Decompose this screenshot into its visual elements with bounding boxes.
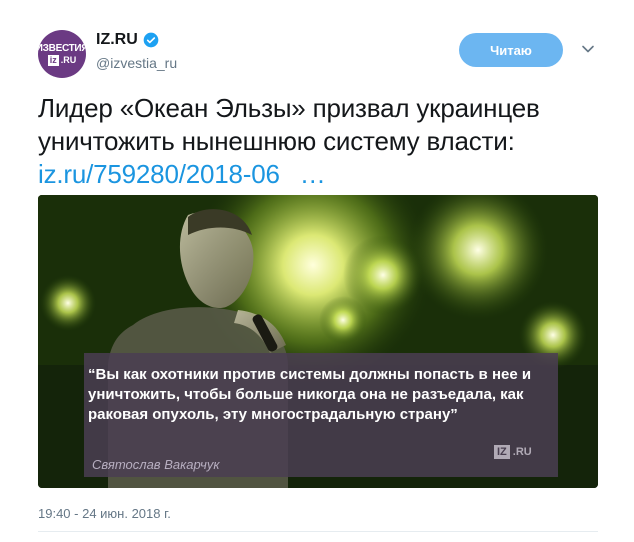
quote-text: “Вы как охотники против системы должны п… [88, 366, 532, 423]
tweet-timestamp[interactable]: 19:40 - 24 июн. 2018 г. [38, 506, 171, 521]
avatar-logo-iz: iz [47, 54, 59, 66]
tweet-link-ellipsis[interactable]: … [300, 159, 326, 189]
display-name[interactable]: IZ.RU [96, 31, 138, 49]
display-name-row[interactable]: IZ.RU [96, 31, 159, 49]
watermark-ru: .RU [512, 446, 532, 458]
watermark-iz: IZ [494, 445, 510, 459]
tweet-body: Лидер «Океан Эльзы» призвал украинцев ун… [38, 93, 540, 156]
iz-watermark-logo: IZ .RU [494, 445, 532, 459]
tweet-media-image[interactable]: “Вы как охотники против системы должны п… [38, 195, 598, 488]
avatar-logo-ru: .RU [60, 54, 77, 65]
following-button[interactable]: Читаю [459, 33, 563, 67]
account-handle[interactable]: @izvestia_ru [96, 55, 177, 71]
tweet-link[interactable]: iz.ru/759280/2018-06 [38, 159, 280, 189]
avatar-logo-text: ИЗВЕСТИЯ [38, 42, 86, 54]
avatar[interactable]: ИЗВЕСТИЯ iz .RU [38, 30, 86, 78]
verified-badge-icon [143, 32, 159, 48]
divider [38, 531, 598, 532]
quote-author: Святослав Вакарчук [92, 457, 220, 472]
chevron-down-icon[interactable] [581, 42, 595, 56]
avatar-logo-mark: iz .RU [47, 54, 77, 66]
tweet-text: Лидер «Океан Эльзы» призвал украинцев ун… [38, 92, 608, 191]
